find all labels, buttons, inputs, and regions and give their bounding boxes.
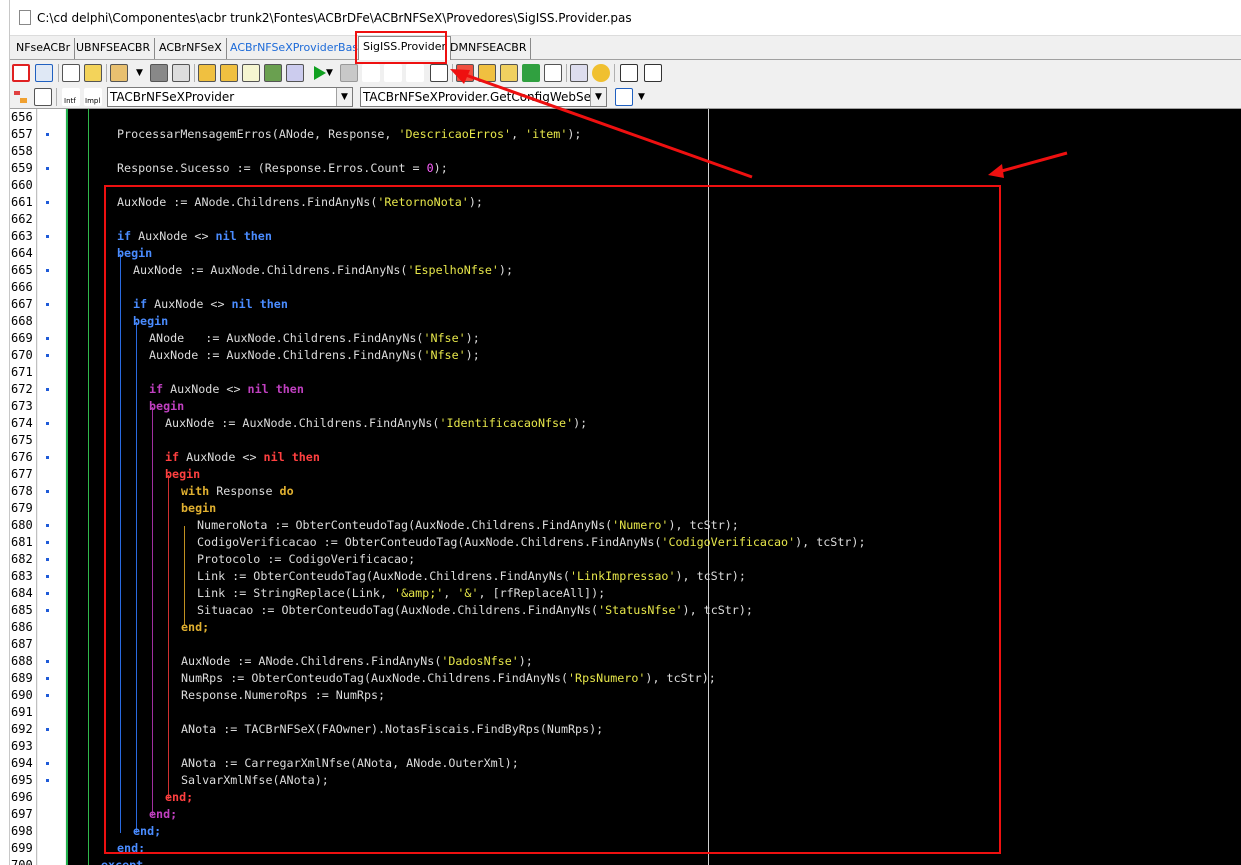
annotation-arrows xyxy=(450,69,1068,179)
ide-window: C:\cd delphi\Componentes\acbr trunk2\Fon… xyxy=(0,0,1241,865)
